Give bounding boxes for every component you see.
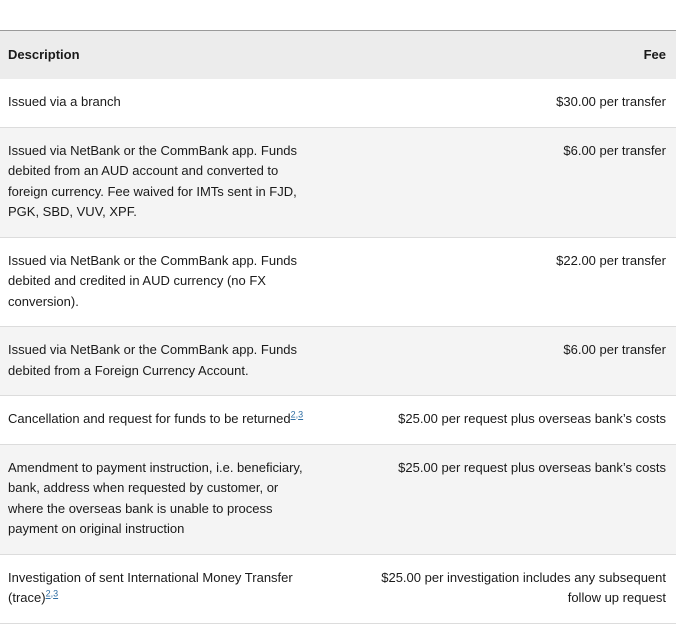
row-description: Issued via NetBank or the CommBank app. … xyxy=(0,237,340,327)
row-description: Issued via NetBank or the CommBank app. … xyxy=(0,127,340,238)
description-text: Issued via a branch xyxy=(8,94,121,109)
table-row: Issued via NetBank or the CommBank app. … xyxy=(0,326,676,396)
row-description: Cancellation and request for funds to be… xyxy=(0,395,340,445)
row-description: Amendment to payment instruction, i.e. b… xyxy=(0,444,340,555)
table-row: Cancellation and request for funds to be… xyxy=(0,395,676,445)
row-fee: $6.00 per transfer xyxy=(340,326,676,396)
table-row: Amendment to payment instruction, i.e. b… xyxy=(0,444,676,555)
fees-table-header: Description Fee xyxy=(0,31,676,79)
header-row: Description Fee xyxy=(0,31,676,79)
description-text: Amendment to payment instruction, i.e. b… xyxy=(8,459,303,537)
column-header-fee: Fee xyxy=(340,31,676,79)
row-fee: $25.00 per request plus overseas bank’s … xyxy=(340,395,676,445)
table-row: Issued via NetBank or the CommBank app. … xyxy=(0,127,676,238)
table-row: Issued via NetBank or the CommBank app. … xyxy=(0,237,676,327)
description-text: Investigation of sent International Mone… xyxy=(8,569,293,606)
fees-table: Description Fee Issued via a branch $30.… xyxy=(0,31,676,624)
row-fee: $22.00 per transfer xyxy=(340,237,676,327)
row-fee: $30.00 per transfer xyxy=(340,79,676,128)
row-description: Investigation of sent International Mone… xyxy=(0,554,340,624)
table-row: Investigation of sent International Mone… xyxy=(0,554,676,624)
row-description: Issued via a branch xyxy=(0,79,340,128)
footnote-refs: 2,3 xyxy=(290,409,304,420)
row-fee: $25.00 per request plus overseas bank’s … xyxy=(340,444,676,555)
footnote-link-3[interactable]: 3 xyxy=(298,410,303,420)
table-row: Issued via a branch $30.00 per transfer xyxy=(0,79,676,128)
footnote-link-2[interactable]: 2 xyxy=(46,589,51,599)
page-top-spacer xyxy=(0,0,676,31)
description-text: Cancellation and request for funds to be… xyxy=(8,411,291,426)
description-text: Issued via NetBank or the CommBank app. … xyxy=(8,142,298,220)
fees-table-body: Issued via a branch $30.00 per transfer … xyxy=(0,79,676,624)
description-text: Issued via NetBank or the CommBank app. … xyxy=(8,252,298,309)
footnote-link-3[interactable]: 3 xyxy=(53,589,58,599)
description-text: Issued via NetBank or the CommBank app. … xyxy=(8,342,298,378)
footnote-refs: 2,3 xyxy=(45,588,59,599)
column-header-description: Description xyxy=(0,31,340,79)
row-description: Issued via NetBank or the CommBank app. … xyxy=(0,326,340,396)
row-fee: $6.00 per transfer xyxy=(340,127,676,238)
row-fee: $25.00 per investigation includes any su… xyxy=(340,554,676,624)
footnote-link-2[interactable]: 2 xyxy=(291,410,296,420)
